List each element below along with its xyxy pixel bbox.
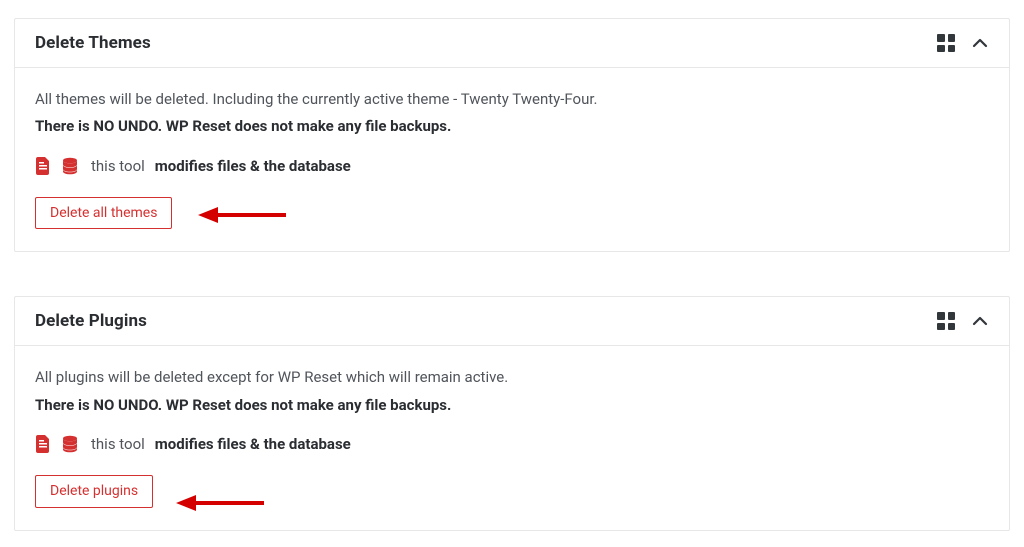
modifies-strong: modifies files & the database: [155, 157, 351, 175]
card-description: All themes will be deleted. Including th…: [35, 88, 989, 111]
delete-all-themes-button[interactable]: Delete all themes: [35, 197, 172, 230]
card-header-actions: [937, 34, 989, 52]
card-description: All plugins will be deleted except for W…: [35, 366, 989, 389]
database-icon: [61, 435, 79, 453]
modifies-row: this tool modifies files & the database: [35, 435, 989, 453]
modifies-prefix: this tool: [91, 157, 145, 175]
card-title: Delete Plugins: [35, 311, 147, 331]
card-delete-plugins: Delete Plugins All plugins will be delet…: [14, 296, 1010, 530]
card-header: Delete Plugins: [15, 297, 1009, 346]
file-icon: [35, 157, 51, 175]
card-header: Delete Themes: [15, 19, 1009, 68]
modifies-row: this tool modifies files & the database: [35, 157, 989, 175]
chevron-up-icon[interactable]: [971, 312, 989, 330]
card-header-actions: [937, 312, 989, 330]
card-warning: There is NO UNDO. WP Reset does not make…: [35, 394, 989, 417]
card-body: All themes will be deleted. Including th…: [15, 68, 1009, 251]
grid-icon[interactable]: [937, 34, 955, 52]
file-icon: [35, 435, 51, 453]
modifies-strong: modifies files & the database: [155, 435, 351, 453]
delete-plugins-button[interactable]: Delete plugins: [35, 475, 153, 508]
card-warning: There is NO UNDO. WP Reset does not make…: [35, 115, 989, 138]
chevron-up-icon[interactable]: [971, 34, 989, 52]
grid-icon[interactable]: [937, 312, 955, 330]
modifies-prefix: this tool: [91, 435, 145, 453]
card-body: All plugins will be deleted except for W…: [15, 346, 1009, 529]
card-delete-themes: Delete Themes All themes will be deleted…: [14, 18, 1010, 252]
database-icon: [61, 157, 79, 175]
card-title: Delete Themes: [35, 33, 151, 53]
